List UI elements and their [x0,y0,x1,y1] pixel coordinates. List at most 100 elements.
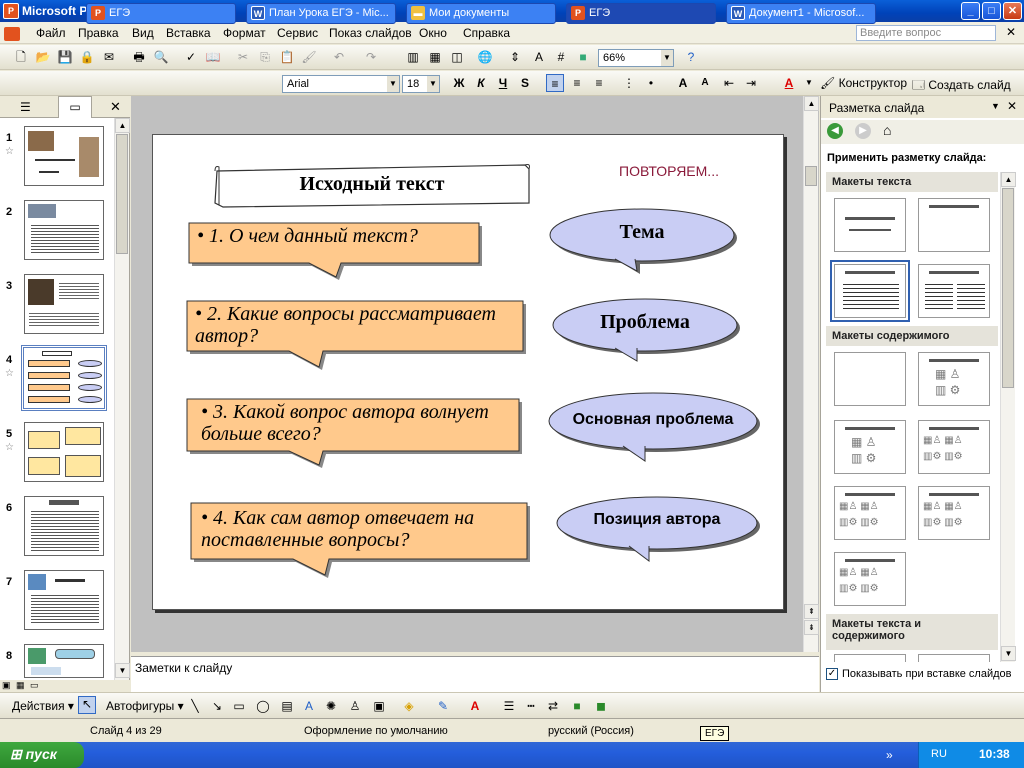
layout-partial[interactable] [834,654,906,662]
question-text-1[interactable]: • 1. О чем данный текст? [197,225,477,247]
help-icon[interactable]: ? [682,48,700,66]
prev-slide-icon[interactable]: ⇞ [804,604,819,619]
copy-icon[interactable]: ⎘ [256,48,274,66]
undo-icon[interactable]: ↶ [330,48,348,66]
scroll-thumb[interactable] [116,134,128,254]
layout-title-slide[interactable] [834,198,906,252]
layout-title-only[interactable] [918,198,990,252]
hyperlink-icon[interactable]: 🌐 [476,48,494,66]
slide-scrollbar[interactable]: ▲ ⇞ ⇟ [803,96,819,652]
question-text-2[interactable]: • 2. Какие вопросы рассматривает автор? [195,303,521,347]
redo-icon[interactable]: ↷ [362,48,380,66]
menu-edit[interactable]: Правка [78,26,119,40]
align-center-icon[interactable]: ≡ [568,74,586,92]
help-search-input[interactable]: Введите вопрос [856,25,996,41]
back-icon[interactable]: ◀ [827,123,843,139]
line-style-icon[interactable]: ☰ [500,697,518,715]
show-formatting-icon[interactable]: A [530,48,548,66]
scroll-up-icon[interactable]: ▲ [804,96,819,111]
3d-style-icon[interactable]: ◼ [592,697,610,715]
clipart-icon[interactable]: ♙ [346,697,364,715]
slide-thumbnail-4-selected[interactable] [21,345,107,411]
layout-four-content-b[interactable]: ▦♙ ▦♙ ▥⚙ ▥⚙ [918,486,990,540]
menu-slideshow[interactable]: Показ слайдов [329,26,412,40]
print-preview-icon[interactable]: 🔍 [152,48,170,66]
font-color-icon[interactable]: A [466,697,484,715]
powerpoint-app-icon[interactable]: P [3,3,19,19]
bold-button[interactable]: Ж [450,74,468,92]
layout-title-content[interactable]: ▦ ♙ ▥ ⚙ [834,420,906,474]
home-icon[interactable]: ⌂ [883,122,891,138]
grid-icon[interactable]: # [552,48,570,66]
arrow-icon[interactable]: ↘ [208,697,226,715]
tables-borders-icon[interactable]: ◫ [448,48,466,66]
actions-menu[interactable]: Действия ▾ [12,699,74,713]
menu-window[interactable]: Окно [419,26,447,40]
menu-help[interactable]: Справка [463,26,510,40]
answer-text-1[interactable]: Тема [550,221,734,244]
designer-button[interactable]: 🖌 Конструктор [820,76,907,90]
slide-thumbnail-7[interactable] [24,570,104,630]
taskbar-item-document1[interactable]: W Документ1 - Microsof... [726,3,876,24]
answer-text-4[interactable]: Позиция автора [557,511,757,529]
layout-two-columns[interactable] [918,264,990,318]
paste-icon[interactable]: 📋 [278,48,296,66]
slide-thumbnail-8[interactable] [24,644,104,678]
wordart-icon[interactable]: A [300,697,318,715]
rectangle-icon[interactable]: ▭ [230,697,248,715]
slides-tab-icon[interactable]: ▭ [58,96,92,118]
autoshapes-menu[interactable]: Автофигуры ▾ [106,699,184,713]
slide-thumbnail-6[interactable] [24,496,104,556]
font-size-select[interactable]: 18 ▼ [402,75,440,93]
layout-four-content-c[interactable]: ▦♙ ▦♙ ▥⚙ ▥⚙ [834,552,906,606]
menu-tools[interactable]: Сервис [277,26,318,40]
start-button[interactable]: ⊞ пуск [0,742,84,768]
select-pointer-icon[interactable]: ↖ [78,696,96,714]
layout-partial[interactable] [918,654,990,662]
scroll-down-icon[interactable]: ▼ [115,663,130,678]
permission-icon[interactable]: 🔒 [78,48,96,66]
zoom-select[interactable]: 66% ▼ [598,49,674,67]
maximize-button[interactable]: □ [982,2,1001,20]
fill-color-icon[interactable]: ◈ [400,697,418,715]
show-on-insert-checkbox[interactable]: ✓ [826,668,838,680]
slide-thumbnail-2[interactable] [24,200,104,260]
task-pane-scrollbar[interactable]: ▲ ▼ [1000,172,1016,662]
minimize-button[interactable]: _ [961,2,980,20]
slide-canvas[interactable]: Исходный текст ПОВТОРЯЕМ... • 1. О чем д… [152,134,784,610]
slideshow-view-icon[interactable]: ▭ [30,680,39,691]
close-window-button[interactable]: ✕ [1003,2,1022,20]
color-grayscale-icon[interactable]: ■ [574,48,592,66]
thumbnails-scrollbar[interactable]: ▲ ▼ [114,118,130,680]
arrow-style-icon[interactable]: ⇄ [544,697,562,715]
save-icon[interactable]: 💾 [56,48,74,66]
new-icon[interactable]: 🗋 [12,48,30,66]
textbox-icon[interactable]: ▤ [278,697,296,715]
format-painter-icon[interactable]: 🖌 [300,48,318,66]
chevron-down-icon[interactable]: ▼ [800,74,818,92]
align-right-icon[interactable]: ≡ [590,74,608,92]
open-icon[interactable]: 📂 [34,48,52,66]
next-slide-icon[interactable]: ⇟ [804,620,819,635]
scroll-up-icon[interactable]: ▲ [1001,172,1016,187]
picture-icon[interactable]: ▣ [370,697,388,715]
chevron-down-icon[interactable]: ▼ [991,101,1000,111]
increase-indent-icon[interactable]: ⇥ [742,74,760,92]
shadow-style-icon[interactable]: ■ [568,697,586,715]
slide-thumbnail-1[interactable] [24,126,104,186]
layout-two-content[interactable]: ▦♙ ▦♙ ▥⚙ ▥⚙ [918,420,990,474]
outline-tab-icon[interactable]: ☰ [20,100,31,114]
slide-thumbnail-5[interactable] [24,422,104,482]
menu-file[interactable]: Файл [36,26,66,40]
scroll-down-icon[interactable]: ▼ [1001,646,1016,661]
spelling-icon[interactable]: ✓ [182,48,200,66]
bullets-icon[interactable]: • [642,74,660,92]
slide-thumbnail-3[interactable] [24,274,104,334]
show-on-insert-row[interactable]: ✓ Показывать при вставке слайдов [826,667,1022,685]
sorter-view-icon[interactable]: ▦ [16,680,25,691]
taskbar-expand-icon[interactable]: » [886,748,893,762]
notes-pane[interactable]: Заметки к слайду [131,656,819,692]
font-name-select[interactable]: Arial ▼ [282,75,400,93]
taskbar-item-ege-1[interactable]: P ЕГЭ [86,3,236,24]
underline-button[interactable]: Ч [494,74,512,92]
